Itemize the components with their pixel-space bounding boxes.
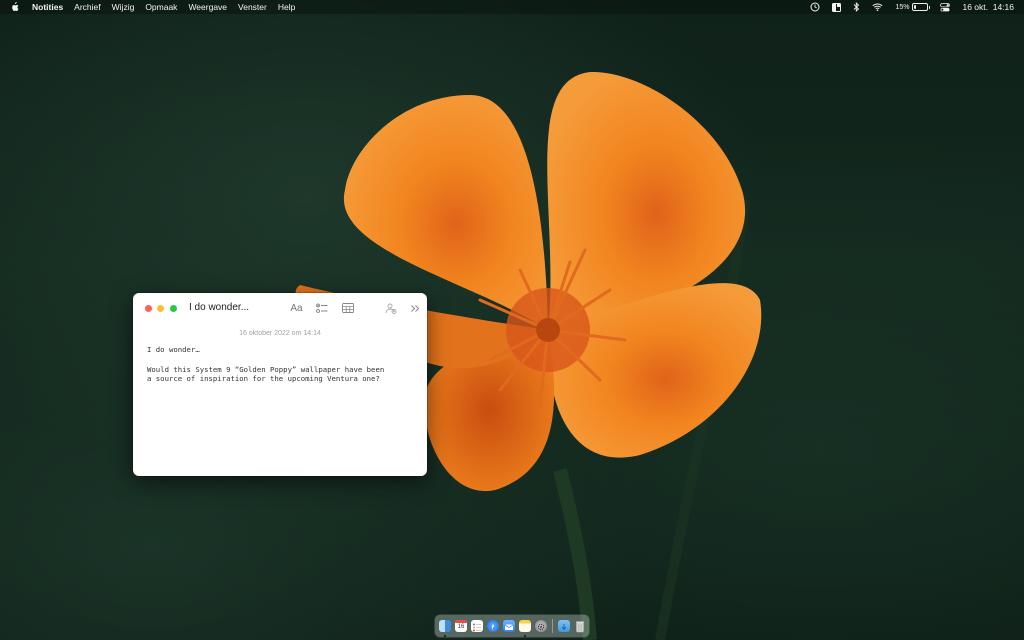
battery-percent: 15% <box>895 3 910 11</box>
note-line: Would this System 9 “Golden Poppy” wallp… <box>147 364 385 374</box>
format-button[interactable]: Aa <box>290 302 303 314</box>
trash-icon[interactable] <box>574 620 586 633</box>
clock-icon[interactable] <box>810 2 820 12</box>
bluetooth-icon[interactable] <box>853 2 860 12</box>
menu-opmaak[interactable]: Opmaak <box>145 2 177 12</box>
running-indicator <box>524 635 526 637</box>
menu-bar: Notities Archief Wijzig Opmaak Weergave … <box>0 0 1024 14</box>
battery-icon <box>912 3 931 11</box>
menu-venster[interactable]: Venster <box>238 2 267 12</box>
zoom-button[interactable] <box>170 305 177 312</box>
note-toolbar: I do wonder... Aa <box>133 293 427 323</box>
note-body[interactable]: I do wonder… Would this System 9 “Golden… <box>147 345 417 384</box>
note-title: I do wonder... <box>189 302 250 313</box>
close-button[interactable] <box>145 305 152 312</box>
calendar-icon[interactable]: 16 <box>455 620 467 632</box>
dock: 16 <box>435 615 589 637</box>
note-line: a source of inspiration for the upcoming… <box>147 374 380 384</box>
more-chevrons-icon[interactable] <box>408 302 421 314</box>
note-date: 16 oktober 2022 om 14:14 <box>239 330 321 337</box>
menu-app-name[interactable]: Notities <box>32 2 63 12</box>
mail-icon[interactable] <box>503 620 515 632</box>
collaborate-icon[interactable] <box>384 302 397 314</box>
safari-icon[interactable] <box>487 620 499 632</box>
note-window: I do wonder... Aa 16 oktober 2022 om 14:… <box>133 293 427 476</box>
desktop: Notities Archief Wijzig Opmaak Weergave … <box>0 0 1024 640</box>
menu-wijzig[interactable]: Wijzig <box>112 2 135 12</box>
format-label: Aa <box>290 302 303 314</box>
apple-logo-icon[interactable] <box>10 2 20 12</box>
minimize-button[interactable] <box>157 305 164 312</box>
finder-icon[interactable] <box>439 620 451 637</box>
wifi-icon[interactable] <box>872 3 884 11</box>
menu-archief[interactable]: Archief <box>74 2 100 12</box>
sidebar-icon[interactable] <box>832 2 842 12</box>
control-center-icon[interactable] <box>940 2 951 12</box>
downloads-folder-icon[interactable] <box>558 620 570 632</box>
checklist-icon[interactable] <box>315 302 328 314</box>
menubar-datetime[interactable]: 16 okt. 14:16 <box>962 2 1014 12</box>
running-indicator <box>444 635 446 637</box>
dock-separator <box>552 619 553 633</box>
battery-indicator[interactable]: 15% <box>895 3 931 11</box>
table-icon[interactable] <box>341 302 354 314</box>
calendar-day: 16 <box>457 624 465 630</box>
battery-fill <box>914 5 917 9</box>
menu-help[interactable]: Help <box>278 2 295 12</box>
note-line: I do wonder… <box>147 345 200 354</box>
reminders-icon[interactable] <box>471 620 483 632</box>
system-settings-icon[interactable] <box>535 620 547 632</box>
menu-weergave[interactable]: Weergave <box>188 2 227 12</box>
notes-icon[interactable] <box>519 620 531 637</box>
